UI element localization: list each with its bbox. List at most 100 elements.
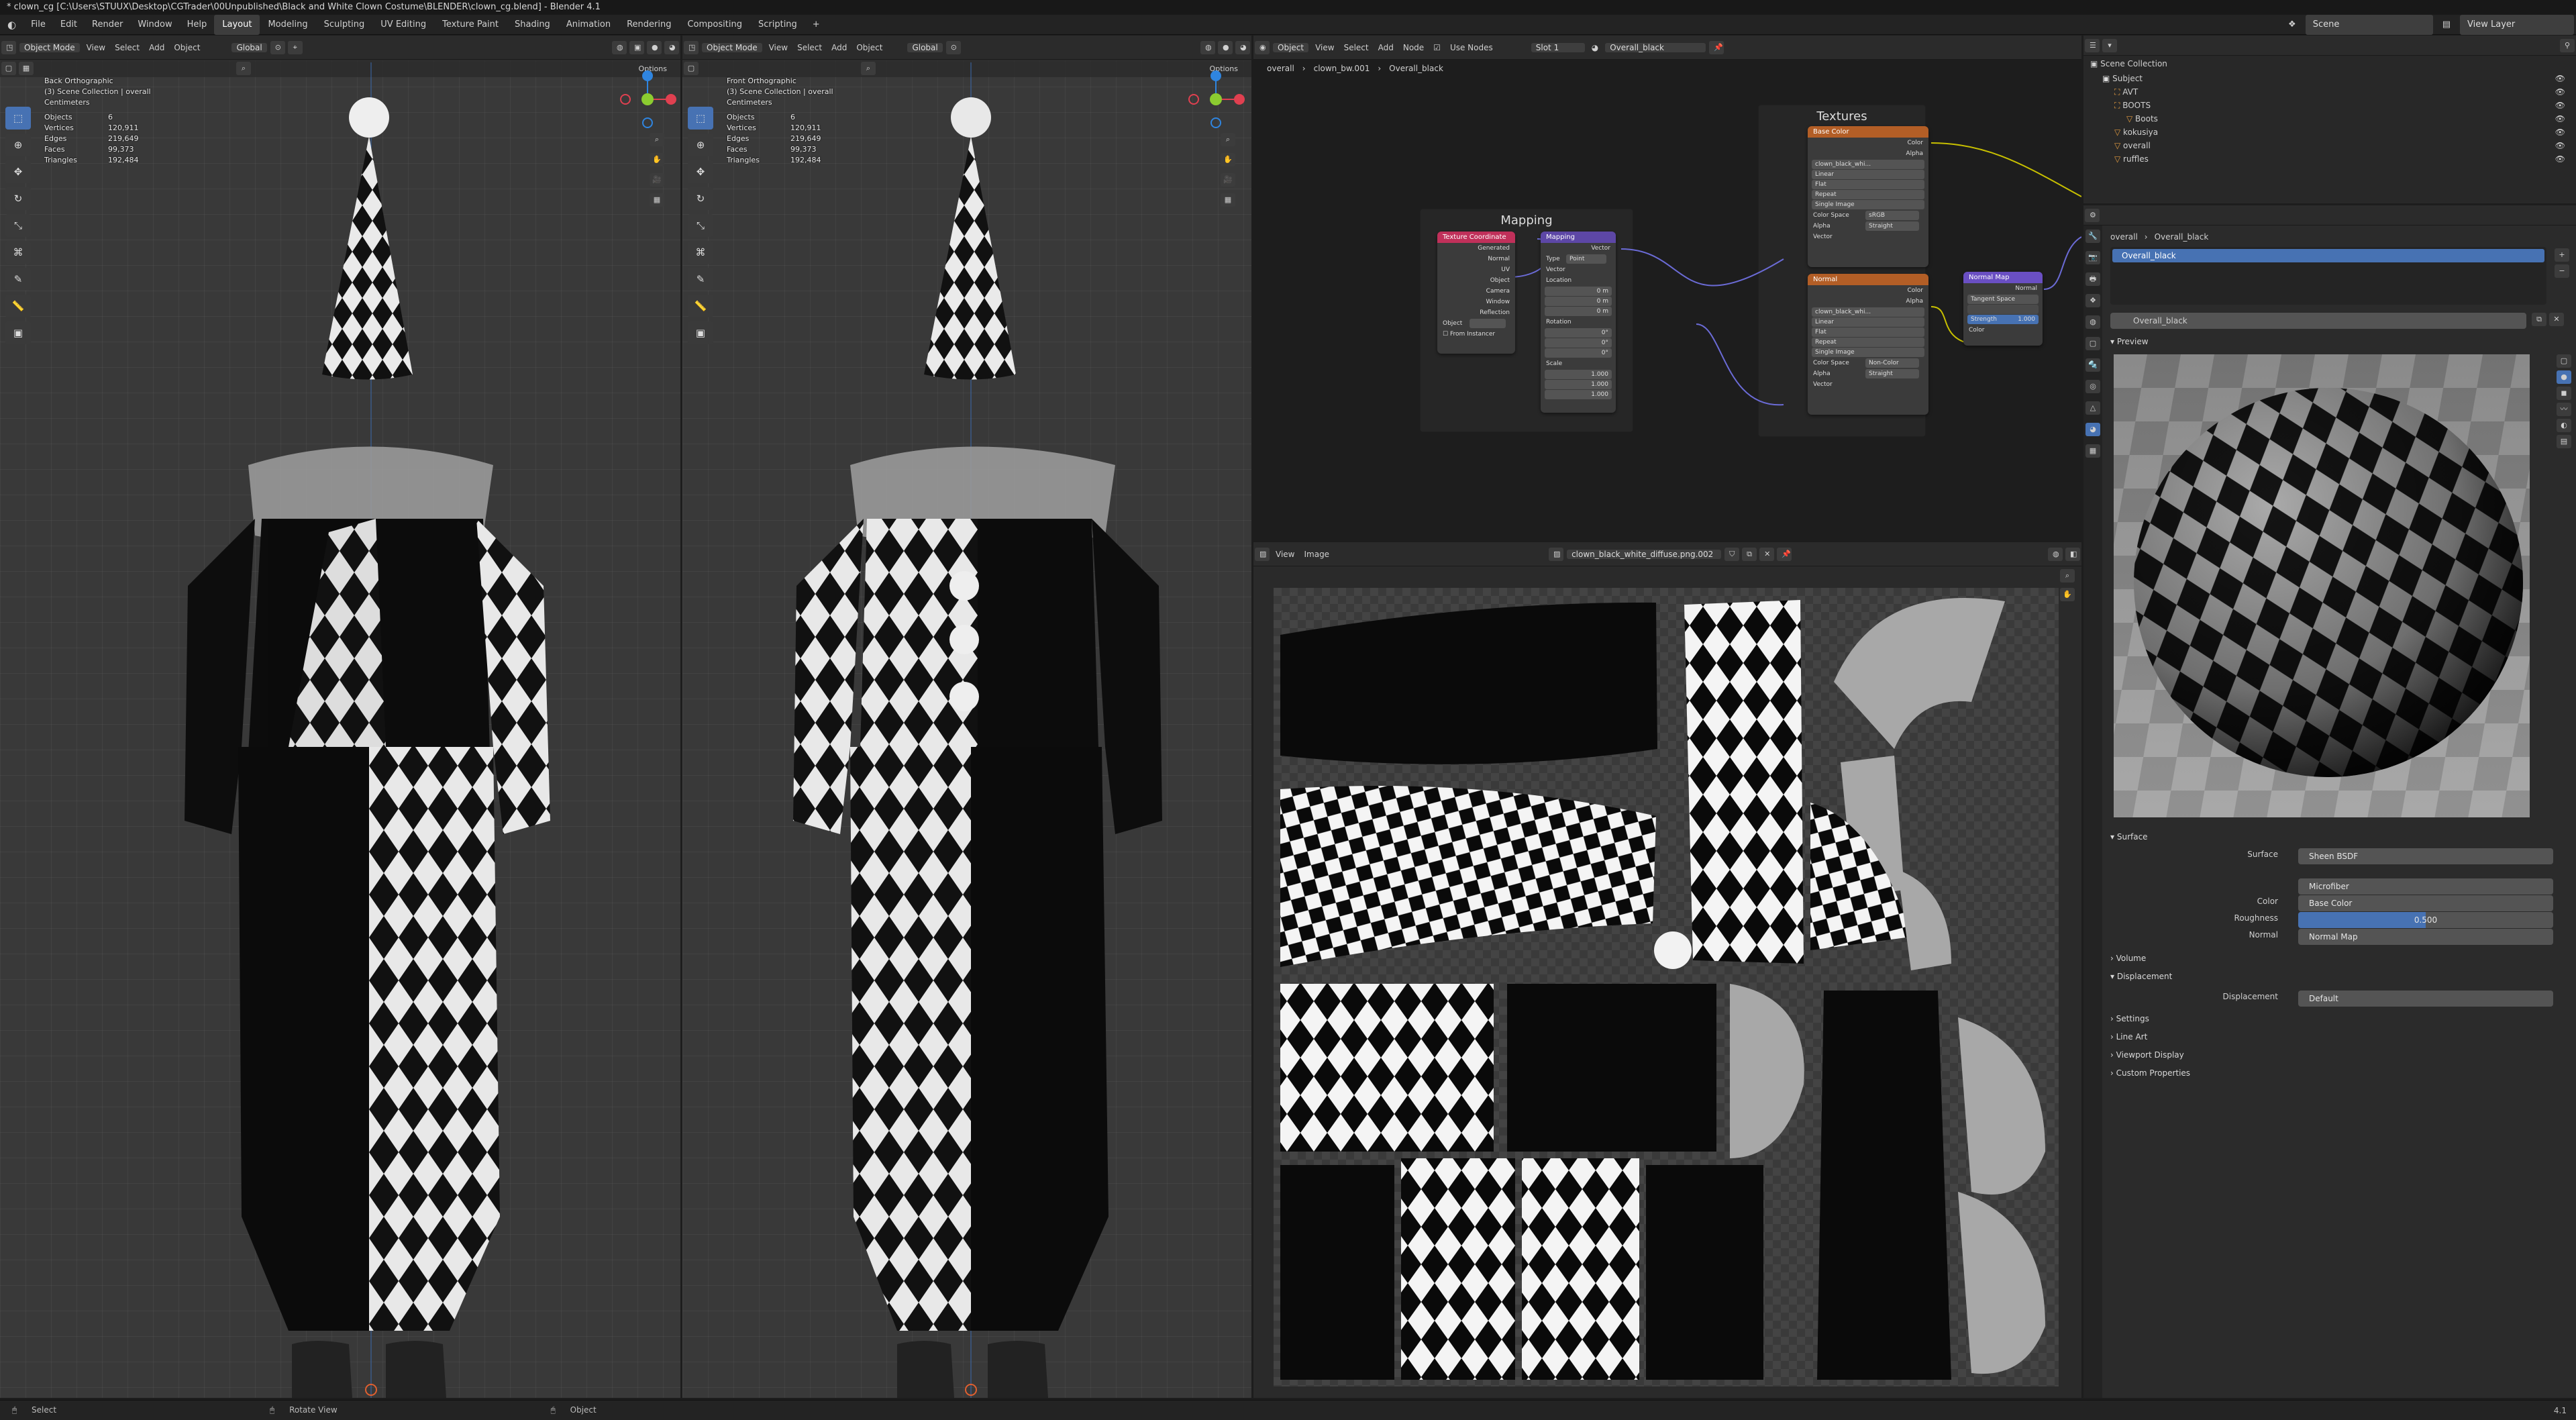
visibility-eye-icon[interactable]: 👁 <box>2555 152 2565 166</box>
viewport-back[interactable]: ◳ Object Mode View Select Add Object Glo… <box>0 36 680 1398</box>
node-texture-coordinate[interactable]: Texture Coordinate Generated Normal UV O… <box>1437 232 1515 354</box>
visibility-eye-icon[interactable]: 👁 <box>2555 85 2565 99</box>
overlay-icon[interactable]: ◍ <box>2048 547 2063 561</box>
preview-shaderball-icon[interactable]: ◐ <box>2557 419 2571 432</box>
outliner-root[interactable]: ▣ Scene Collection <box>2083 57 2576 70</box>
color-space-dropdown[interactable]: Non-Color <box>1865 358 1919 368</box>
display-channels-icon[interactable]: ◧ <box>2065 547 2080 561</box>
view-layer-selector[interactable]: View Layer <box>2460 14 2574 35</box>
tab-texture-paint[interactable]: Texture Paint <box>434 15 507 35</box>
rotation-x[interactable]: 0° <box>1545 328 1612 338</box>
node-mapping[interactable]: Mapping Vector Type Point Vector Location… <box>1541 232 1616 413</box>
tool-tab-icon[interactable]: 🔧 <box>2085 230 2100 243</box>
preview-flat-icon[interactable]: ▢ <box>2557 354 2571 368</box>
line-art-section[interactable]: › Line Art <box>2110 1032 2147 1042</box>
modifier-tab-icon[interactable]: 🔩 <box>2085 358 2100 372</box>
normal-input-field[interactable]: Normal Map <box>2298 929 2553 945</box>
material-tab-icon[interactable]: ◕ <box>2085 423 2100 436</box>
location-z[interactable]: 0 m <box>1545 307 1612 316</box>
visibility-eye-icon[interactable]: 👁 <box>2555 112 2565 125</box>
projection-dropdown[interactable]: Flat <box>1812 327 1924 337</box>
strength-slider[interactable]: Strength 1.000 <box>1967 315 2039 324</box>
properties-editor[interactable]: ⚙ 🔧 📷 🖶 ❖ ◍ ▢ 🔩 ◎ △ ◕ ▦ overall › Overall_… <box>2083 205 2576 1398</box>
menu-render[interactable]: Render <box>85 15 130 35</box>
blender-logo-icon[interactable]: ◐ <box>0 15 23 35</box>
shader-node-editor[interactable]: ◉ Object View Select Add Node ☑ Use Nodes… <box>1253 36 2081 540</box>
tab-uv-editing[interactable]: UV Editing <box>372 15 434 35</box>
interpolation-dropdown[interactable]: Linear <box>1812 170 1924 179</box>
source-dropdown[interactable]: Single Image <box>1812 200 1924 209</box>
extension-dropdown[interactable]: Repeat <box>1812 190 1924 199</box>
display-mode-icon[interactable]: ▾ <box>2102 38 2117 52</box>
scale-y[interactable]: 1.000 <box>1545 380 1612 389</box>
preview-cloth-icon[interactable]: ▤ <box>2557 435 2571 448</box>
preview-sphere-icon[interactable]: ● <box>2557 370 2571 384</box>
image-selector[interactable]: clown_black_whi... <box>1812 307 1924 317</box>
new-image-icon[interactable]: ⧉ <box>1742 547 1757 561</box>
custom-properties-section[interactable]: › Custom Properties <box>2110 1068 2190 1078</box>
preview-hair-icon[interactable]: 〰 <box>2557 403 2571 416</box>
outliner[interactable]: ☰ ▾ ⚲ ▣ Scene Collection ▣ Subject 👁 ⛶ AVT… <box>2083 36 2576 203</box>
menu-edit[interactable]: Edit <box>53 15 85 35</box>
scale-z[interactable]: 1.000 <box>1545 390 1612 399</box>
editor-type-icon[interactable]: ▨ <box>1255 547 1270 561</box>
view-menu[interactable]: View <box>1271 550 1299 559</box>
filter-icon[interactable]: ⚲ <box>2560 38 2575 52</box>
material-name-field[interactable]: Overall_black <box>2110 313 2526 329</box>
world-tab-icon[interactable]: ◍ <box>2085 315 2100 329</box>
preview-section[interactable]: ▾ Preview <box>2110 337 2149 346</box>
outliner-item[interactable]: ⛶ BOOTS 👁 <box>2083 99 2576 112</box>
alpha-mode-dropdown[interactable]: Straight <box>1865 369 1919 378</box>
displacement-section[interactable]: ▾ Displacement <box>2110 972 2172 981</box>
tab-layout[interactable]: Layout <box>214 14 260 35</box>
node-image-texture-normal[interactable]: Normal Color Alpha clown_black_whi... Li… <box>1808 274 1928 415</box>
menu-window[interactable]: Window <box>130 15 179 35</box>
location-y[interactable]: 0 m <box>1545 297 1612 306</box>
tab-shading[interactable]: Shading <box>507 15 558 35</box>
rotation-z[interactable]: 0° <box>1545 348 1612 358</box>
interpolation-dropdown[interactable]: Linear <box>1812 317 1924 327</box>
extension-dropdown[interactable]: Repeat <box>1812 338 1924 347</box>
tab-rendering[interactable]: Rendering <box>619 15 679 35</box>
material-slot-item[interactable]: Overall_black <box>2112 249 2544 262</box>
image-editor[interactable]: ▨ View Image ▨ clown_black_white_diffuse… <box>1253 542 2081 1398</box>
source-dropdown[interactable]: Single Image <box>1812 348 1924 357</box>
settings-section[interactable]: › Settings <box>2110 1014 2149 1023</box>
tab-scripting[interactable]: Scripting <box>750 15 805 35</box>
color-space-dropdown[interactable]: sRGB <box>1865 211 1919 220</box>
alpha-mode-dropdown[interactable]: Straight <box>1865 221 1919 231</box>
viewport-front[interactable]: ◳ Object Mode View Select Add Object Glo… <box>682 36 1251 1398</box>
volume-section[interactable]: › Volume <box>2110 954 2146 963</box>
fake-user-icon[interactable]: ⛉ <box>1724 547 1740 561</box>
outliner-item[interactable]: ▽ ruffles 👁 <box>2083 152 2576 166</box>
mapping-type-dropdown[interactable]: Point <box>1566 254 1606 264</box>
image-browse-icon[interactable]: ▨ <box>1549 547 1564 561</box>
from-instancer-checkbox[interactable]: ☐ From Instancer <box>1443 329 1495 340</box>
tab-sculpting[interactable]: Sculpting <box>316 15 373 35</box>
uv-map-field[interactable] <box>1967 305 2039 314</box>
outliner-item[interactable]: ▽ overall 👁 <box>2083 139 2576 152</box>
outliner-item[interactable]: ▽ kokusiya 👁 <box>2083 125 2576 139</box>
editor-type-icon[interactable]: ☰ <box>2085 38 2100 52</box>
editor-type-icon[interactable]: ⚙ <box>2085 208 2100 222</box>
visibility-eye-icon[interactable]: 👁 <box>2555 99 2565 112</box>
roughness-slider[interactable]: 0.500 <box>2298 912 2553 928</box>
sheen-distribution-dropdown[interactable]: Microfiber <box>2298 878 2553 895</box>
view-layer-icon[interactable]: ▤ <box>2435 15 2458 35</box>
scene-tab-icon[interactable]: ❖ <box>2085 294 2100 307</box>
tab-modeling[interactable]: Modeling <box>260 15 315 35</box>
object-tab-icon[interactable]: ▢ <box>2085 337 2100 350</box>
zoom-icon[interactable]: ⌕ <box>2060 569 2075 582</box>
image-menu[interactable]: Image <box>1299 550 1334 559</box>
preview-cube-icon[interactable]: ◼ <box>2557 387 2571 400</box>
projection-dropdown[interactable]: Flat <box>1812 180 1924 189</box>
surface-section[interactable]: ▾ Surface <box>2110 832 2148 842</box>
menu-help[interactable]: Help <box>180 15 215 35</box>
outliner-item[interactable]: ⛶ AVT 👁 <box>2083 85 2576 99</box>
rotation-y[interactable]: 0° <box>1545 338 1612 348</box>
outliner-item[interactable]: ▣ Subject 👁 <box>2083 72 2576 85</box>
duplicate-material-icon[interactable]: ⧉ <box>2532 313 2546 326</box>
tab-animation[interactable]: Animation <box>558 15 619 35</box>
visibility-eye-icon[interactable]: 👁 <box>2555 125 2565 139</box>
image-selector[interactable]: clown_black_white_diffuse.png.002 <box>1567 549 1722 559</box>
